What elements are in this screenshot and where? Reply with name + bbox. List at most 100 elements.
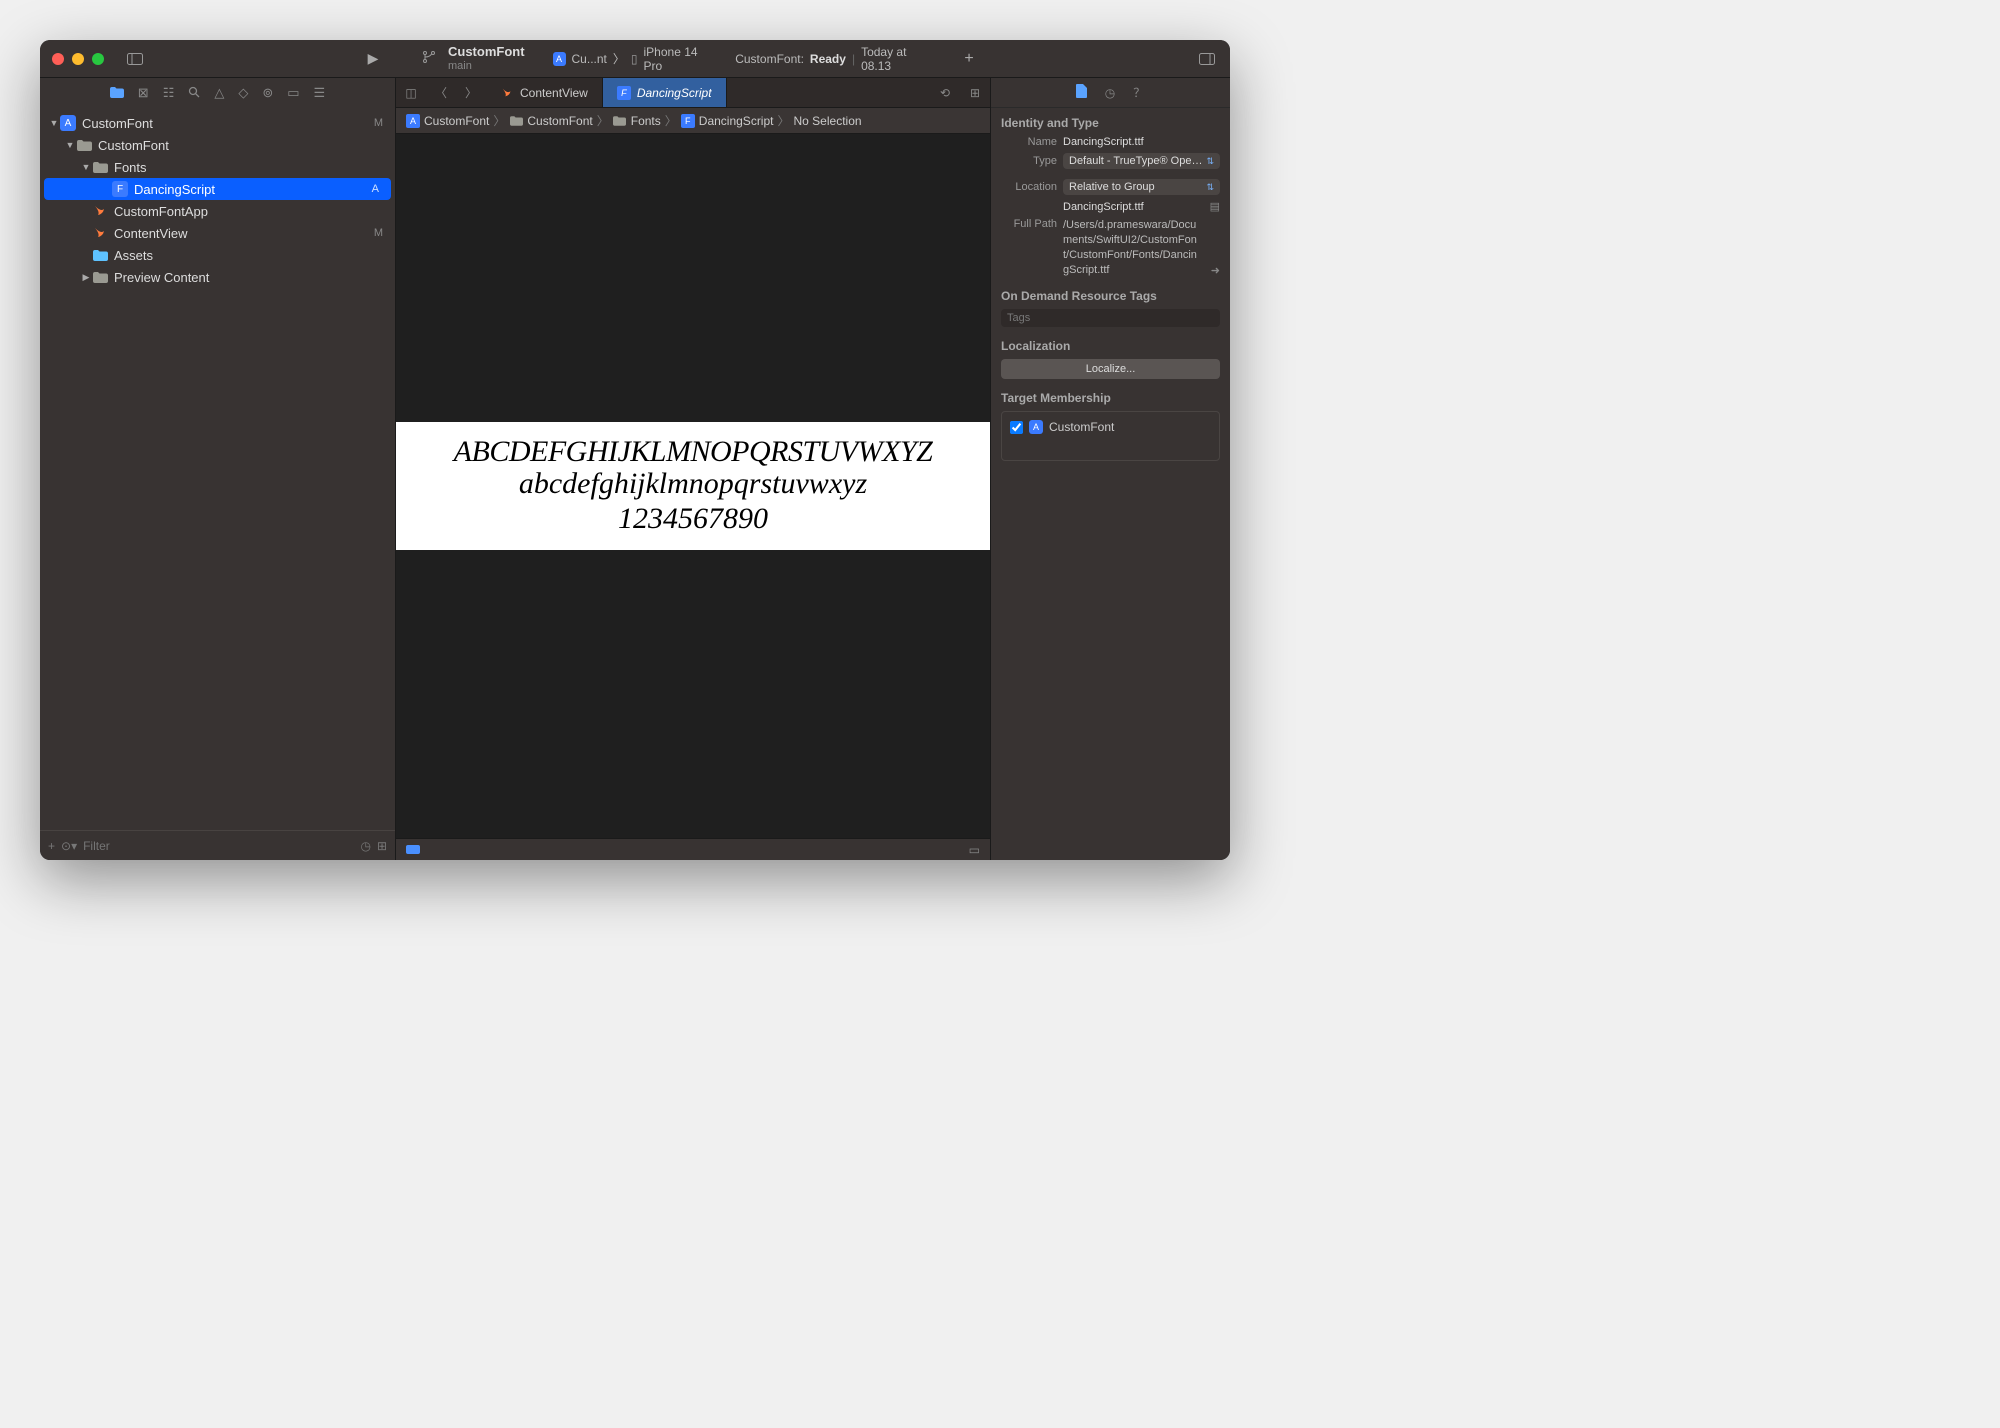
font-file-icon: F	[681, 114, 695, 128]
activity-viewer[interactable]: A Cu...nt 〉 ▯ iPhone 14 Pro CustomFont: …	[537, 45, 950, 73]
project-icon: A	[406, 114, 420, 128]
phone-icon: ▯	[631, 52, 638, 66]
report-navigator-icon[interactable]: ☰	[314, 85, 326, 101]
breakpoint-navigator-icon[interactable]: ▭	[287, 85, 299, 101]
font-preview-editor: ABCDEFGHIJKLMNOPQRSTUVWXYZ abcdefghijklm…	[396, 134, 990, 838]
tree-item-group[interactable]: ▼ CustomFont	[40, 134, 395, 156]
issue-navigator-icon[interactable]: △	[214, 85, 224, 101]
file-inspector-icon[interactable]	[1076, 84, 1087, 101]
disclosure-triangle-icon[interactable]: ▼	[48, 118, 60, 128]
inspector-selector: ◷ ？	[991, 78, 1230, 108]
add-button[interactable]: +	[48, 839, 55, 853]
location-dropdown[interactable]: Relative to Group⇅	[1063, 179, 1220, 195]
status-state: Ready	[810, 52, 846, 66]
tree-item-swift-file[interactable]: CustomFontApp	[40, 200, 395, 222]
folder-icon	[613, 114, 627, 128]
disclosure-triangle-icon[interactable]: ▼	[80, 162, 92, 172]
traffic-lights	[52, 53, 104, 65]
chevron-updown-icon: ⇅	[1206, 182, 1214, 193]
target-checkbox[interactable]	[1010, 421, 1023, 434]
scm-status: M	[374, 117, 383, 129]
tab-dancingscript[interactable]: F DancingScript	[603, 78, 727, 107]
tab-bar: ◫ 〈 〉 ContentView F DancingScript ⟲ ⊞	[396, 78, 990, 108]
project-icon: A	[60, 115, 76, 131]
disclosure-triangle-icon[interactable]: ▼	[64, 140, 76, 150]
canvas-toggle-icon[interactable]: ⟲	[930, 78, 960, 107]
reveal-in-finder-icon[interactable]: ➜	[1211, 264, 1220, 277]
filter-input[interactable]	[83, 839, 354, 853]
project-title: CustomFont	[448, 45, 525, 59]
assets-icon	[92, 247, 108, 263]
device-name: iPhone 14 Pro	[644, 45, 714, 73]
navigator-filter-bar: + ⊙▾ ◷ ⊞	[40, 830, 395, 860]
swift-file-icon	[500, 86, 514, 100]
close-window-button[interactable]	[52, 53, 64, 65]
run-button[interactable]: ▶	[362, 48, 384, 70]
swift-file-icon	[92, 203, 108, 219]
toolbar: ▶ CustomFont main A Cu...nt 〉 ▯ iPhone 1…	[40, 40, 1230, 78]
symbol-navigator-icon[interactable]: ☷	[163, 85, 175, 101]
history-inspector-icon[interactable]: ◷	[1105, 86, 1115, 100]
tab-contentview[interactable]: ContentView	[486, 78, 603, 107]
toggle-navigator-icon[interactable]	[124, 48, 146, 70]
inspector-panel: ◷ ？ Identity and Type Name DancingScript…	[990, 78, 1230, 860]
debug-area-toggle-icon[interactable]: ▭	[969, 843, 980, 857]
odr-section-header: On Demand Resource Tags	[1001, 289, 1220, 303]
chevron-right-icon: 〉	[493, 112, 505, 129]
folder-icon	[92, 269, 108, 285]
scheme-name: Cu...nt	[572, 52, 607, 66]
preview-lowercase: abcdefghijklmnopqrstuvwxyz	[404, 467, 982, 502]
source-control-navigator-icon[interactable]: ⊠	[138, 85, 149, 101]
scm-filter-icon[interactable]: ⊞	[377, 839, 387, 853]
fullpath-value: /Users/d.prameswara/Documents/SwiftUI2/C…	[1063, 218, 1201, 277]
help-inspector-icon[interactable]: ？	[1133, 84, 1145, 101]
zoom-window-button[interactable]	[92, 53, 104, 65]
app-target-icon: A	[1029, 420, 1043, 434]
status-prefix: CustomFont:	[735, 52, 804, 66]
font-file-icon: F	[617, 86, 631, 100]
chevron-right-icon: 〉	[665, 112, 677, 129]
tree-item-assets[interactable]: Assets	[40, 244, 395, 266]
title-area: CustomFont main A Cu...nt 〉 ▯ iPhone 14 …	[392, 45, 950, 73]
project-navigator-icon[interactable]	[110, 86, 124, 101]
tree-item-group[interactable]: ▼ Fonts	[40, 156, 395, 178]
debug-bar: ▭	[396, 838, 990, 860]
library-button[interactable]: +	[958, 50, 980, 68]
debug-navigator-icon[interactable]: ⊚	[262, 85, 273, 101]
breakpoint-toggle-icon[interactable]	[406, 845, 420, 854]
back-button[interactable]: 〈	[426, 78, 456, 107]
forward-button[interactable]: 〉	[456, 78, 486, 107]
tags-input[interactable]: Tags	[1001, 309, 1220, 327]
chevron-right-icon: 〉	[777, 112, 789, 129]
identity-section-header: Identity and Type	[1001, 116, 1220, 130]
tree-item-project[interactable]: ▼ A CustomFont M	[40, 112, 395, 134]
chevron-right-icon: 〉	[597, 112, 609, 129]
tree-item-group[interactable]: ▶ Preview Content	[40, 266, 395, 288]
localize-button[interactable]: Localize...	[1001, 359, 1220, 379]
folder-icon	[76, 137, 92, 153]
find-navigator-icon[interactable]	[188, 86, 200, 101]
tree-item-font-file[interactable]: F DancingScript A	[44, 178, 391, 200]
test-navigator-icon[interactable]: ◇	[238, 85, 248, 101]
filter-scope-icon[interactable]: ⊙▾	[61, 839, 77, 853]
add-editor-icon[interactable]: ⊞	[960, 78, 990, 107]
tree-item-swift-file[interactable]: ContentView M	[40, 222, 395, 244]
disclosure-triangle-icon[interactable]: ▶	[80, 272, 92, 283]
location-label: Location	[1001, 181, 1057, 193]
type-dropdown[interactable]: Default - TrueType® Open...⇅	[1063, 153, 1220, 169]
target-membership-header: Target Membership	[1001, 391, 1220, 405]
chevron-updown-icon: ⇅	[1206, 156, 1214, 167]
recent-filter-icon[interactable]: ◷	[360, 839, 370, 853]
localization-section-header: Localization	[1001, 339, 1220, 353]
preview-uppercase: ABCDEFGHIJKLMNOPQRSTUVWXYZ	[404, 436, 982, 468]
toggle-inspector-icon[interactable]	[1196, 48, 1218, 70]
navigator-panel: ⊠ ☷ △ ◇ ⊚ ▭ ☰ ▼ A CustomFont M ▼	[40, 78, 396, 860]
minimize-window-button[interactable]	[72, 53, 84, 65]
editor-area: ◫ 〈 〉 ContentView F DancingScript ⟲ ⊞	[396, 78, 990, 860]
choose-location-icon[interactable]: ▤	[1210, 200, 1220, 213]
jump-bar[interactable]: A CustomFont 〉 CustomFont 〉 Fonts 〉 F Da…	[396, 108, 990, 134]
related-items-icon[interactable]: ◫	[396, 78, 426, 107]
name-value[interactable]: DancingScript.ttf	[1063, 136, 1220, 148]
type-label: Type	[1001, 155, 1057, 167]
target-membership-box: A CustomFont	[1001, 411, 1220, 461]
